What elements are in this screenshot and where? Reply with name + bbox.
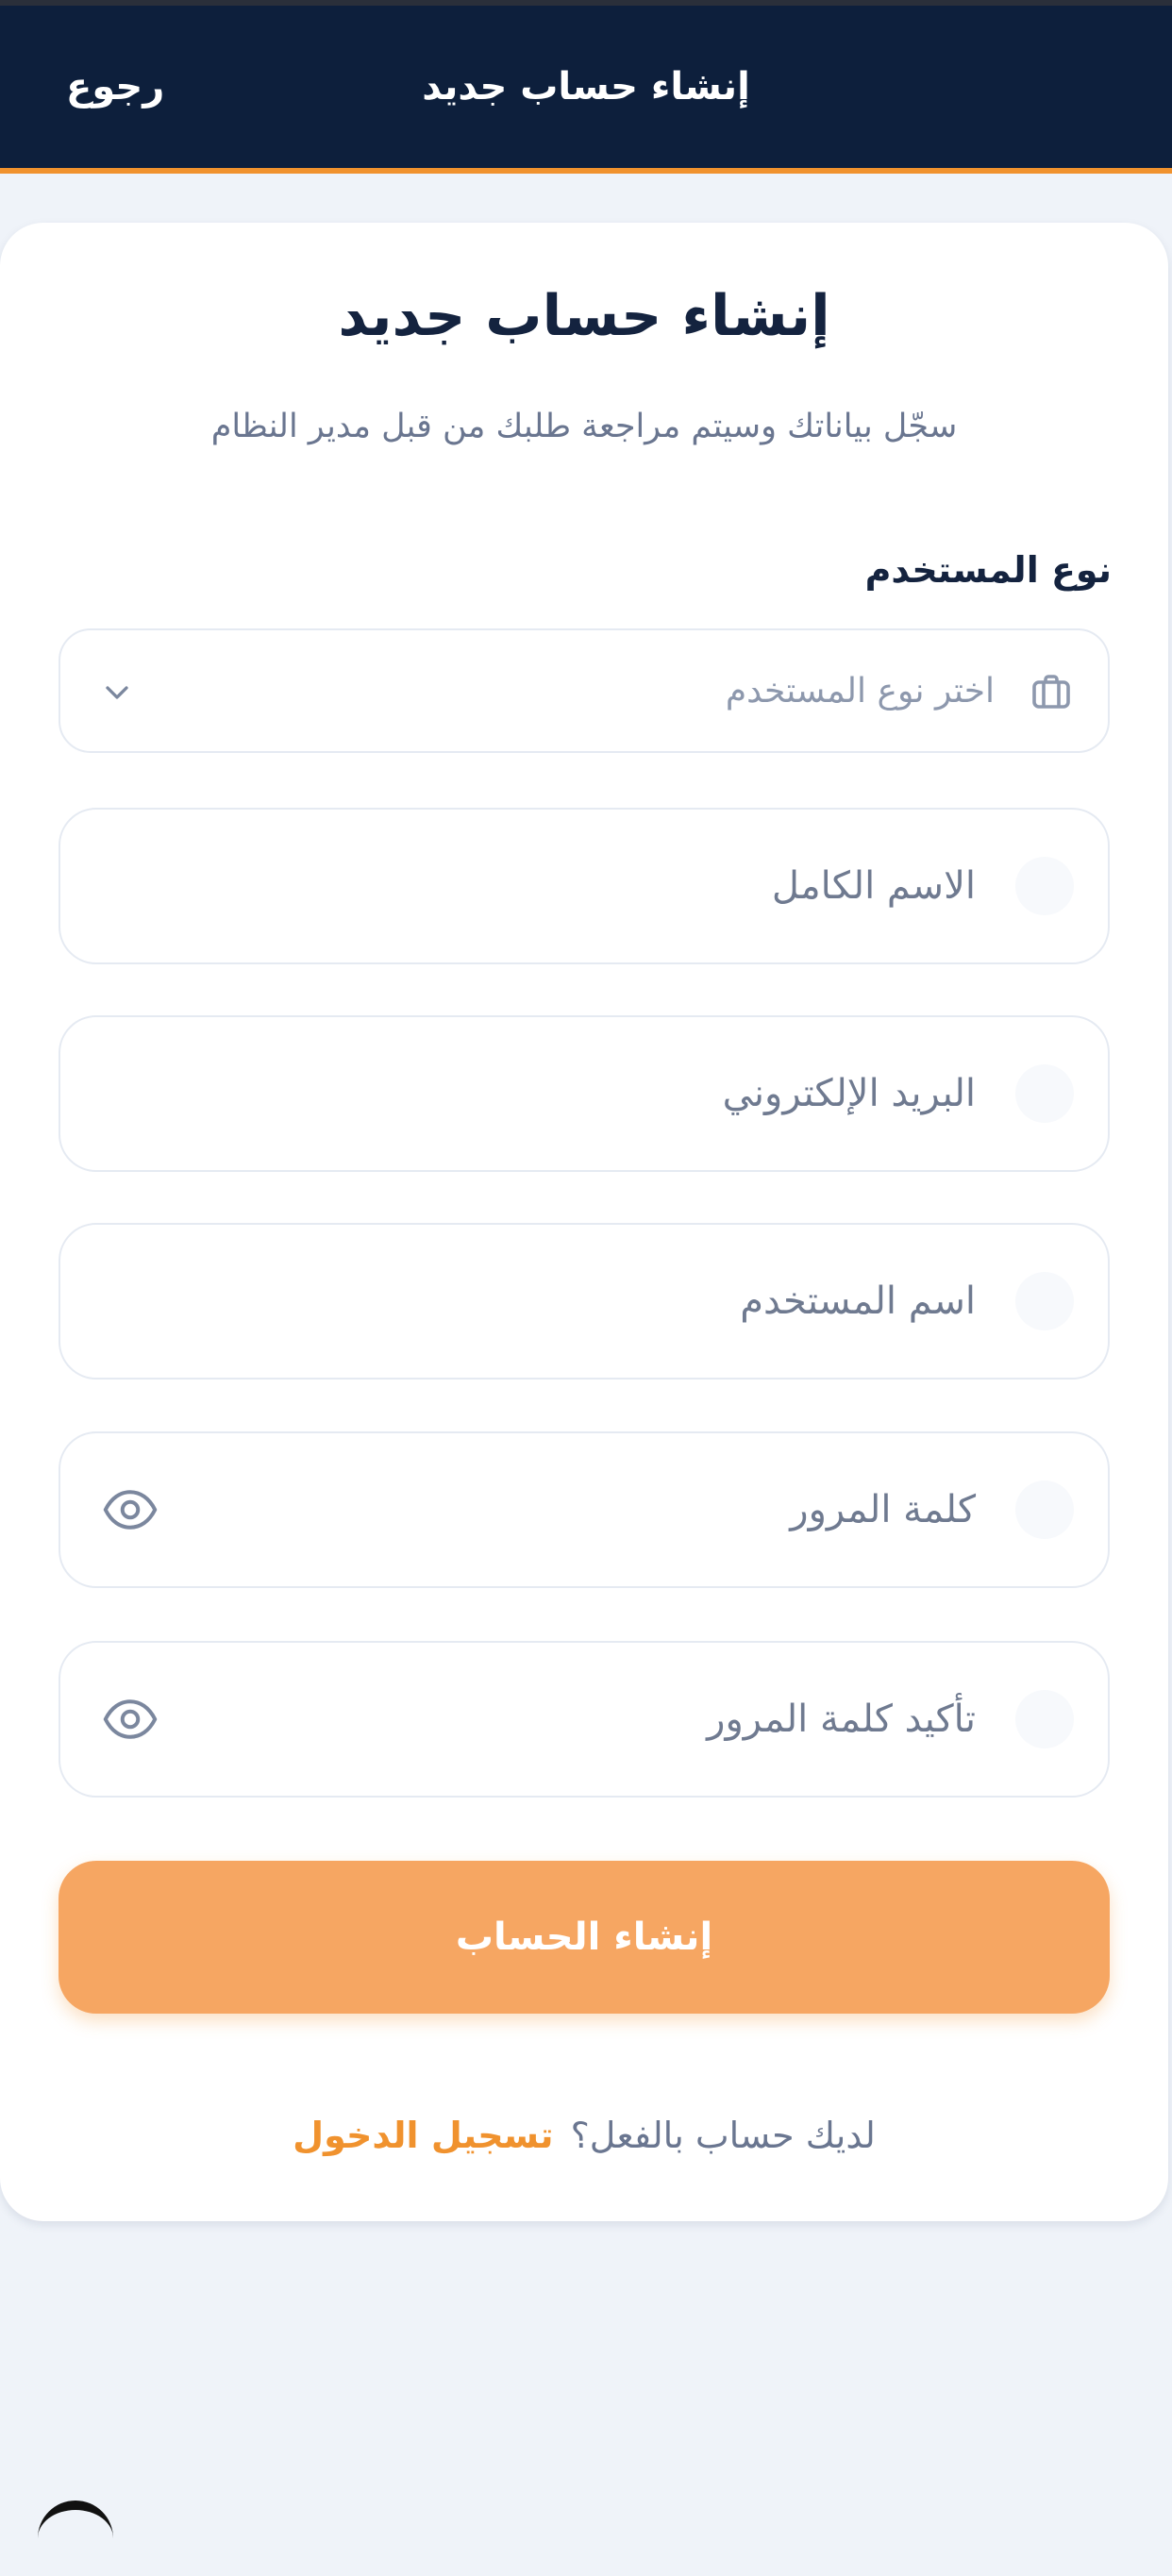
app-header: إنشاء حساب جديد رجوع [0,6,1172,174]
home-indicator [38,2501,113,2576]
username-icon [1015,1272,1074,1330]
email-placeholder: البريد الإلكتروني [722,1072,976,1115]
create-account-button[interactable]: إنشاء الحساب [59,1861,1110,2014]
email-icon [1015,1064,1074,1123]
login-link[interactable]: تسجيل الدخول [293,2115,553,2156]
password-field[interactable]: كلمة المرور [59,1431,1110,1588]
lock-icon [1015,1480,1074,1539]
user-icon [1015,857,1074,915]
card-title: إنشاء حساب جديد [338,283,830,349]
eye-icon[interactable] [102,1696,159,1743]
user-type-placeholder: اختر نوع المستخدم [725,671,995,711]
lock-icon [1015,1690,1074,1748]
username-placeholder: اسم المستخدم [740,1280,976,1323]
back-button[interactable]: رجوع [66,6,164,168]
card-subtitle: سجّل بياناتك وسيتم مراجعة طلبك من قبل مد… [210,408,958,445]
login-prompt: لديك حساب بالفعل؟ تسجيل الدخول [0,2104,1168,2166]
confirm-password-field[interactable]: تأكيد كلمة المرور [59,1641,1110,1798]
full-name-field[interactable]: الاسم الكامل [59,808,1110,964]
user-type-select[interactable]: اختر نوع المستخدم [59,628,1110,753]
chevron-down-icon [106,686,128,699]
login-question: لديك حساب بالفعل؟ [570,2115,876,2156]
briefcase-icon [1032,675,1070,709]
email-field[interactable]: البريد الإلكتروني [59,1015,1110,1172]
confirm-password-placeholder: تأكيد كلمة المرور [707,1698,976,1741]
username-field[interactable]: اسم المستخدم [59,1223,1110,1380]
header-title: إنشاء حساب جديد [422,65,750,109]
full-name-placeholder: الاسم الكامل [771,864,976,908]
password-placeholder: كلمة المرور [790,1488,976,1531]
user-type-label: نوع المستخدم [864,549,1112,591]
eye-icon[interactable] [102,1486,159,1533]
